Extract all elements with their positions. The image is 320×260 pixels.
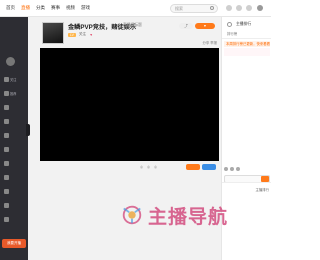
more-actions-icon[interactable]: ◎ bbox=[154, 165, 157, 169]
level-badge: LV bbox=[68, 32, 76, 37]
stream-main: 金鳞PVP竞技，赌徒娱乐 直播间标题 LV 关注 ♥ ⤴ ♥ 分享 举报 ◎ ◎… bbox=[40, 17, 219, 177]
image-icon[interactable] bbox=[230, 167, 234, 171]
nav-home[interactable]: 首页 bbox=[6, 5, 15, 11]
rank-tab[interactable]: 主播排行 bbox=[236, 22, 251, 27]
rank-footer: 主播排行 bbox=[222, 182, 271, 196]
nav-live[interactable]: 直播 bbox=[21, 5, 30, 11]
app-root: 首页 直播 分类 赛事 视频 游戏 搜索 关注 推荐 我要开播 金鳞PVP竞技，… bbox=[0, 0, 271, 260]
nav-category[interactable]: 分类 bbox=[36, 5, 45, 11]
outdoor-icon[interactable] bbox=[4, 161, 9, 166]
start-broadcast-button[interactable]: 我要开播 bbox=[2, 239, 26, 248]
settings-icon[interactable] bbox=[236, 167, 240, 171]
video-player[interactable] bbox=[40, 48, 219, 161]
game-icon[interactable] bbox=[4, 105, 9, 110]
nav-events[interactable]: 赛事 bbox=[51, 5, 60, 11]
user-icon[interactable] bbox=[6, 57, 15, 66]
watermark-text: 主播导航 bbox=[147, 206, 228, 228]
left-sidebar: 关注 推荐 我要开播 bbox=[0, 17, 28, 260]
heart-icon[interactable]: ♥ bbox=[90, 33, 92, 37]
avatar[interactable] bbox=[257, 5, 263, 11]
sidebar-label-follow[interactable]: 关注 bbox=[10, 77, 16, 82]
sport-icon[interactable] bbox=[4, 175, 9, 180]
right-panel: 主播排行 排行榜 本周排行榜已更新，快来看看吧 主播排行 bbox=[221, 17, 271, 260]
sidebar-collapse-handle[interactable] bbox=[26, 124, 30, 136]
nav-video[interactable]: 视频 bbox=[66, 5, 75, 11]
message-icon[interactable] bbox=[246, 5, 252, 11]
rank-sub[interactable]: 排行榜 bbox=[227, 31, 237, 36]
report-link[interactable]: 举报 bbox=[210, 41, 217, 45]
chat-area[interactable] bbox=[222, 97, 271, 167]
history-icon[interactable] bbox=[226, 5, 232, 11]
meta-follow[interactable]: 关注 bbox=[79, 32, 86, 37]
follow-button[interactable]: ♥ bbox=[195, 23, 215, 29]
follow-icon[interactable] bbox=[4, 77, 9, 82]
rank-tab-icon bbox=[227, 22, 232, 27]
search-input[interactable]: 搜索 bbox=[170, 4, 218, 13]
entertainment-icon[interactable] bbox=[4, 133, 9, 138]
subscribe-button[interactable] bbox=[186, 164, 200, 170]
mobile-icon[interactable] bbox=[4, 119, 9, 124]
watermark: 主播导航 bbox=[120, 198, 228, 232]
search-icon[interactable] bbox=[210, 6, 214, 10]
watermark-logo-icon bbox=[122, 205, 142, 225]
stream-meta: LV 关注 ♥ bbox=[68, 32, 100, 37]
like-icon[interactable]: ◎ bbox=[147, 165, 150, 169]
chat-toolbar bbox=[224, 167, 242, 171]
rank-header: 主播排行 排行榜 bbox=[222, 17, 271, 39]
share-link[interactable]: 分享 bbox=[202, 41, 209, 45]
notice-banner[interactable]: 本周排行榜已更新，快来看看吧 bbox=[224, 41, 270, 47]
variety-icon[interactable] bbox=[4, 203, 9, 208]
more-icon[interactable] bbox=[4, 217, 9, 222]
music-icon[interactable] bbox=[4, 147, 9, 152]
download-icon[interactable] bbox=[236, 5, 242, 11]
promo-strip[interactable] bbox=[224, 48, 270, 56]
stream-links: 分享 举报 bbox=[202, 40, 217, 45]
share-button[interactable]: ⤴ bbox=[179, 23, 193, 29]
recharge-button[interactable] bbox=[202, 164, 216, 170]
search-placeholder: 搜索 bbox=[175, 6, 183, 11]
nav-games[interactable]: 游戏 bbox=[81, 5, 90, 11]
recommend-icon[interactable] bbox=[4, 91, 9, 96]
sidebar-label-recommend[interactable]: 推荐 bbox=[10, 91, 16, 96]
knowledge-icon[interactable] bbox=[4, 189, 9, 194]
stream-subtitle: 直播间标题 bbox=[123, 23, 142, 27]
video-actions: ◎ ◎ ◎ bbox=[140, 165, 161, 169]
top-nav: 首页 直播 分类 赛事 视频 游戏 搜索 bbox=[0, 0, 271, 17]
gift-icon[interactable]: ◎ bbox=[140, 165, 143, 169]
emoji-icon[interactable] bbox=[224, 167, 228, 171]
streamer-avatar[interactable] bbox=[42, 22, 64, 44]
